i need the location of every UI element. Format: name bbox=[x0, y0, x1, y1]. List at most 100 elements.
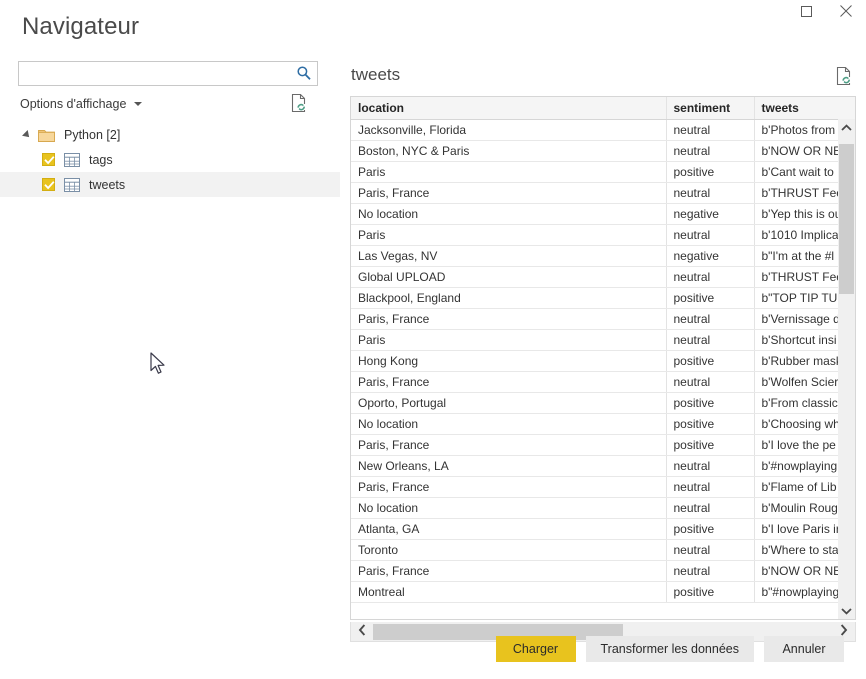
table-row[interactable]: Paris, France neutral b'NOW OR NE bbox=[351, 560, 855, 582]
table-row[interactable]: Toronto neutral b'Where to sta bbox=[351, 539, 855, 561]
table-icon bbox=[64, 177, 80, 192]
table-cell-sentiment: negative bbox=[666, 245, 755, 267]
table-cell-sentiment: neutral bbox=[666, 224, 755, 246]
table-row[interactable]: Boston, NYC & Paris neutral b'NOW OR NE bbox=[351, 140, 855, 162]
check-icon bbox=[44, 181, 55, 190]
maximize-icon bbox=[800, 5, 812, 17]
refresh-document-icon[interactable] bbox=[290, 93, 308, 113]
table-cell-location: Paris, France bbox=[351, 182, 667, 204]
tree-node-python[interactable]: Python [2] bbox=[0, 122, 340, 147]
table-row[interactable]: Paris, France neutral b'Wolfen Scier bbox=[351, 371, 855, 393]
table-cell-location: No location bbox=[351, 413, 667, 435]
table-row[interactable]: Paris neutral b'1010 Implica bbox=[351, 224, 855, 246]
tree-item-tweets[interactable]: tweets bbox=[0, 172, 340, 197]
transform-button[interactable]: Transformer les données bbox=[585, 636, 754, 662]
preview-table: location sentiment tweets Jacksonville, … bbox=[351, 97, 855, 603]
table-cell-location: Paris bbox=[351, 329, 667, 351]
table-cell-sentiment: neutral bbox=[666, 140, 755, 162]
table-cell-location: Blackpool, England bbox=[351, 287, 667, 309]
table-row[interactable]: Paris, France neutral b'THRUST Fee bbox=[351, 182, 855, 204]
close-button[interactable] bbox=[826, 0, 866, 22]
table-row[interactable]: Montreal positive b"#nowplaying bbox=[351, 581, 855, 603]
table-header-row: location sentiment tweets bbox=[351, 97, 855, 120]
table-cell-location: Hong Kong bbox=[351, 350, 667, 372]
table-cell-location: Montreal bbox=[351, 581, 667, 603]
vertical-scroll-thumb[interactable] bbox=[839, 144, 854, 294]
table-cell-location: Paris bbox=[351, 161, 667, 183]
scroll-up-button[interactable] bbox=[838, 119, 855, 136]
table-cell-sentiment: positive bbox=[666, 392, 755, 414]
folder-icon bbox=[38, 128, 55, 142]
column-header-tweets[interactable]: tweets bbox=[754, 97, 855, 120]
table-row[interactable]: No location negative b'Yep this is ou bbox=[351, 203, 855, 225]
table-row[interactable]: No location positive b'Choosing wh bbox=[351, 413, 855, 435]
expander-icon[interactable] bbox=[22, 128, 36, 142]
cancel-button[interactable]: Annuler bbox=[764, 636, 844, 662]
table-row[interactable]: Paris, France positive b'I love the pe bbox=[351, 434, 855, 456]
column-header-location[interactable]: location bbox=[351, 97, 667, 120]
table-row[interactable]: Hong Kong positive b'Rubber mask bbox=[351, 350, 855, 372]
maximize-button[interactable] bbox=[786, 0, 826, 22]
tree-item-tags[interactable]: tags bbox=[0, 147, 340, 172]
table-cell-location: Global UPLOAD bbox=[351, 266, 667, 288]
table-cell-location: Toronto bbox=[351, 539, 667, 561]
tree-node-label: Python [2] bbox=[64, 127, 121, 142]
table-cell-sentiment: positive bbox=[666, 434, 755, 456]
search-input[interactable] bbox=[18, 61, 318, 86]
check-icon bbox=[44, 156, 55, 165]
table-row[interactable]: Paris positive b'Cant wait to bbox=[351, 161, 855, 183]
table-row[interactable]: No location neutral b'Moulin Roug bbox=[351, 497, 855, 519]
checkbox-tweets[interactable] bbox=[42, 178, 55, 191]
table-cell-sentiment: neutral bbox=[666, 539, 755, 561]
checkbox-tags[interactable] bbox=[42, 153, 55, 166]
table-cell-sentiment: neutral bbox=[666, 476, 755, 498]
data-preview-grid: location sentiment tweets Jacksonville, … bbox=[350, 96, 856, 620]
table-row[interactable]: Jacksonville, Florida neutral b'Photos fro… bbox=[351, 119, 855, 141]
table-cell-location: Jacksonville, Florida bbox=[351, 119, 667, 141]
vertical-scrollbar[interactable] bbox=[838, 119, 855, 619]
refresh-document-icon[interactable] bbox=[835, 66, 853, 86]
table-cell-sentiment: neutral bbox=[666, 266, 755, 288]
display-options-label[interactable]: Options d'affichage bbox=[20, 95, 126, 113]
table-cell-sentiment: neutral bbox=[666, 182, 755, 204]
object-tree: Python [2] tags tweets bbox=[0, 122, 340, 197]
table-cell-location: Las Vegas, NV bbox=[351, 245, 667, 267]
preview-title: tweets bbox=[351, 65, 401, 84]
table-cell-sentiment: positive bbox=[666, 413, 755, 435]
table-cell-location: Paris, France bbox=[351, 371, 667, 393]
table-cell-sentiment: neutral bbox=[666, 371, 755, 393]
table-cell-location: New Orleans, LA bbox=[351, 455, 667, 477]
table-row[interactable]: Blackpool, England positive b"TOP TIP TUE bbox=[351, 287, 855, 309]
table-row[interactable]: Las Vegas, NV negative b"I'm at the #l bbox=[351, 245, 855, 267]
chevron-down-icon[interactable] bbox=[134, 100, 143, 109]
table-row[interactable]: Paris, France neutral b'Flame of Lib bbox=[351, 476, 855, 498]
table-cell-sentiment: positive bbox=[666, 350, 755, 372]
close-icon bbox=[840, 5, 852, 17]
table-cell-sentiment: neutral bbox=[666, 119, 755, 141]
table-row[interactable]: Global UPLOAD neutral b'THRUST Fee bbox=[351, 266, 855, 288]
chevron-down-icon bbox=[841, 602, 852, 620]
table-cell-sentiment: positive bbox=[666, 287, 755, 309]
window-controls bbox=[786, 0, 866, 30]
table-cell-location: Paris bbox=[351, 224, 667, 246]
table-cell-sentiment: neutral bbox=[666, 455, 755, 477]
search-row bbox=[18, 61, 318, 86]
chevron-up-icon bbox=[841, 119, 852, 137]
table-cell-sentiment: neutral bbox=[666, 308, 755, 330]
navigator-left-pane: Options d'affichage Python [2] tags twee… bbox=[0, 56, 340, 616]
table-row[interactable]: Oporto, Portugal positive b'From classic bbox=[351, 392, 855, 414]
table-body: Jacksonville, Florida neutral b'Photos fro… bbox=[351, 119, 855, 603]
load-button[interactable]: Charger bbox=[495, 636, 576, 662]
table-cell-sentiment: positive bbox=[666, 518, 755, 540]
column-header-sentiment[interactable]: sentiment bbox=[666, 97, 755, 120]
table-cell-location: Oporto, Portugal bbox=[351, 392, 667, 414]
table-cell-sentiment: positive bbox=[666, 161, 755, 183]
table-row[interactable]: New Orleans, LA neutral b'#nowplaying bbox=[351, 455, 855, 477]
page-title: Navigateur bbox=[22, 13, 140, 40]
scroll-down-button[interactable] bbox=[838, 602, 855, 619]
table-cell-sentiment: neutral bbox=[666, 497, 755, 519]
vertical-scroll-track[interactable] bbox=[838, 136, 855, 602]
table-row[interactable]: Paris neutral b'Shortcut insi bbox=[351, 329, 855, 351]
table-row[interactable]: Paris, France neutral b'Vernissage d bbox=[351, 308, 855, 330]
table-row[interactable]: Atlanta, GA positive b'I love Paris ir bbox=[351, 518, 855, 540]
